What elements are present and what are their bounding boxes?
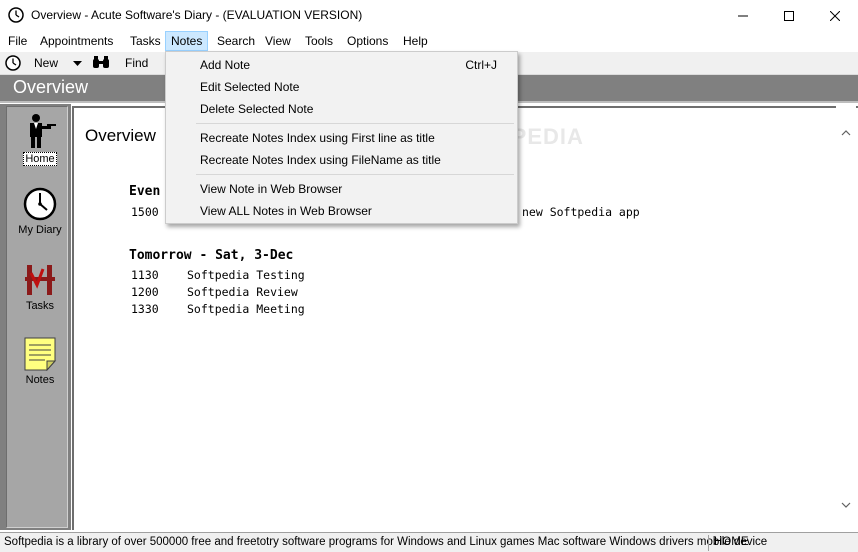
close-button[interactable]	[812, 0, 858, 31]
view-heading-title: Overview	[13, 77, 89, 97]
menu-item-add-note[interactable]: Add Note Ctrl+J	[167, 54, 516, 76]
maximize-button[interactable]	[766, 0, 812, 31]
sidebar-item-label: My Diary	[18, 224, 62, 236]
menu-appointments[interactable]: Appointments	[34, 31, 119, 51]
chevron-down-icon	[841, 502, 851, 508]
menu-help[interactable]: Help	[397, 31, 434, 51]
tasks-icon	[25, 265, 55, 295]
menu-item-edit-selected-note[interactable]: Edit Selected Note	[167, 76, 516, 98]
sidebar-item-label: Notes	[25, 374, 55, 386]
binoculars-icon[interactable]	[92, 56, 110, 70]
menu-item-label: View Note in Web Browser	[200, 182, 343, 196]
menu-separator	[196, 123, 514, 124]
menu-item-recreate-index-first-line[interactable]: Recreate Notes Index using First line as…	[167, 127, 516, 149]
menu-item-view-note-in-browser[interactable]: View Note in Web Browser	[167, 178, 516, 200]
clock-icon[interactable]	[8, 7, 24, 23]
sidebar-item-label: Home	[23, 152, 57, 166]
menu-item-label: Add Note	[200, 58, 251, 72]
butler-icon	[30, 114, 56, 148]
menu-bar: File Appointments Tasks Notes Search Vie…	[0, 31, 858, 51]
menu-item-label: Recreate Notes Index using First line as…	[200, 131, 435, 145]
event-text[interactable]: new Softpedia app	[522, 205, 640, 219]
menu-item-label: Recreate Notes Index using FileName as t…	[200, 153, 441, 167]
sidebar-panel: Home My Diary Tasks Notes	[6, 106, 68, 528]
minimize-icon	[738, 15, 748, 16]
menu-file[interactable]: File	[2, 31, 33, 51]
chevron-up-icon	[841, 129, 851, 135]
menu-item-recreate-index-filename[interactable]: Recreate Notes Index using FileName as t…	[167, 149, 516, 171]
sidebar-item-tasks[interactable]: Tasks	[7, 263, 73, 312]
minimize-button[interactable]	[720, 0, 766, 31]
menu-item-label: Delete Selected Note	[200, 102, 314, 116]
status-panel: HOME	[714, 536, 749, 548]
menu-notes[interactable]: Notes	[165, 31, 209, 51]
event-text[interactable]: Softpedia Meeting	[187, 302, 305, 316]
event-text[interactable]: Softpedia Testing	[187, 268, 305, 282]
event-time: 1200	[131, 285, 159, 299]
scroll-down-button[interactable]	[836, 496, 856, 513]
clock-icon	[23, 187, 57, 221]
page-title: Overview	[85, 126, 156, 145]
event-time: 1500	[131, 205, 159, 219]
sidebar-item-my-diary[interactable]: My Diary	[7, 187, 73, 236]
find-button[interactable]: Find	[125, 52, 148, 75]
sidebar: Home My Diary Tasks Notes	[0, 104, 71, 530]
close-icon	[830, 10, 840, 21]
status-bar: Softpedia is a library of over 500000 fr…	[0, 532, 858, 552]
menu-separator	[196, 174, 514, 175]
menu-item-shortcut: Ctrl+J	[465, 58, 497, 72]
menu-item-label: View ALL Notes in Web Browser	[200, 204, 372, 218]
sidebar-item-label: Tasks	[25, 300, 55, 312]
notes-menu-dropdown: Add Note Ctrl+J Edit Selected Note Delet…	[165, 51, 518, 224]
menu-tools[interactable]: Tools	[299, 31, 339, 51]
new-button[interactable]: New	[34, 52, 58, 75]
status-message: Softpedia is a library of over 500000 fr…	[4, 536, 768, 548]
status-divider	[708, 535, 709, 551]
menu-tasks[interactable]: Tasks	[124, 31, 167, 51]
menu-item-delete-selected-note[interactable]: Delete Selected Note	[167, 98, 516, 120]
event-time: 1330	[131, 302, 159, 316]
vertical-scrollbar[interactable]	[836, 106, 856, 530]
menu-search[interactable]: Search	[211, 31, 261, 51]
clock-icon[interactable]	[5, 55, 21, 71]
menu-options[interactable]: Options	[341, 31, 394, 51]
menu-item-view-all-notes-in-browser[interactable]: View ALL Notes in Web Browser	[167, 200, 516, 222]
sidebar-item-notes[interactable]: Notes	[7, 337, 73, 386]
day-heading: Even	[129, 184, 161, 199]
triangle-down-icon[interactable]	[73, 61, 82, 67]
event-time: 1130	[131, 268, 159, 282]
event-text[interactable]: Softpedia Review	[187, 285, 298, 299]
menu-item-label: Edit Selected Note	[200, 80, 300, 94]
title-bar: Overview - Acute Software's Diary - (EVA…	[0, 0, 858, 31]
scroll-up-button[interactable]	[836, 124, 856, 141]
day-heading: Tomorrow - Sat, 3-Dec	[129, 248, 294, 263]
window-title: Overview - Acute Software's Diary - (EVA…	[31, 8, 363, 22]
notepad-icon	[24, 337, 57, 371]
menu-view[interactable]: View	[259, 31, 297, 51]
sidebar-item-home[interactable]: Home	[7, 113, 73, 166]
maximize-icon	[784, 10, 794, 21]
